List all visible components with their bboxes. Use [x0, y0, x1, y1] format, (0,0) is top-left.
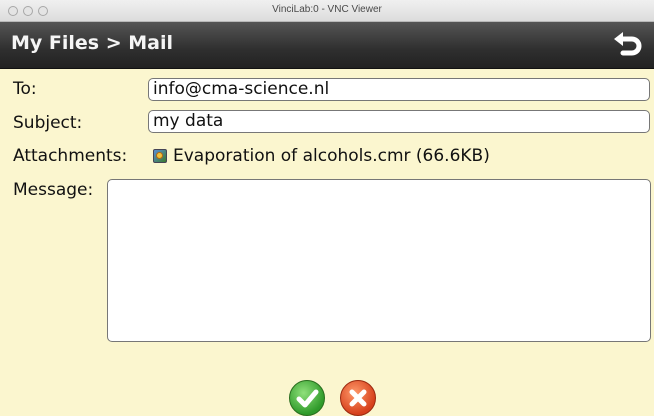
window-titlebar: VinciLab:0 - VNC Viewer — [0, 0, 654, 22]
send-button[interactable] — [289, 380, 325, 416]
back-arrow-icon — [614, 32, 642, 56]
subject-label: Subject: — [13, 113, 83, 133]
subject-field[interactable]: my data — [148, 110, 650, 133]
attachment-item[interactable]: Evaporation of alcohols.cmr (66.6KB) — [153, 146, 490, 166]
attachments-label: Attachments: — [13, 146, 128, 166]
attachment-name: Evaporation of alcohols.cmr (66.6KB) — [173, 146, 490, 166]
breadcrumb: My Files > Mail — [11, 32, 174, 54]
check-icon — [296, 389, 319, 408]
app-header: My Files > Mail — [0, 22, 654, 69]
cancel-button[interactable] — [340, 380, 376, 416]
to-field[interactable]: info@cma-science.nl — [148, 78, 650, 101]
window-title: VinciLab:0 - VNC Viewer — [272, 4, 382, 15]
message-label: Message: — [13, 180, 94, 200]
message-textarea[interactable] — [107, 179, 651, 342]
file-image-icon — [153, 149, 167, 163]
back-button[interactable] — [612, 30, 644, 60]
to-label: To: — [13, 79, 37, 99]
close-icon — [349, 389, 367, 407]
